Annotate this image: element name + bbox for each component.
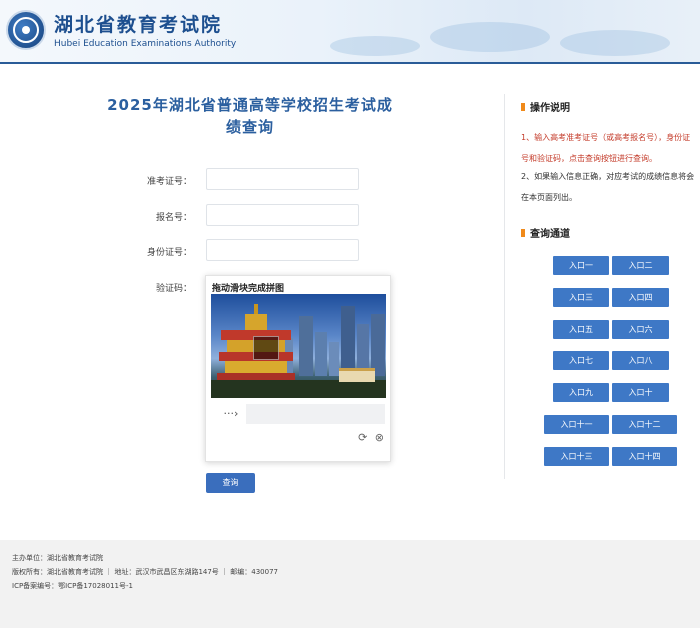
id-no-input[interactable] <box>206 239 359 261</box>
id-no-label: 身份证号： <box>146 248 192 258</box>
page-title-line1: 2025年湖北省普通高等学校招生考试成 <box>107 96 393 114</box>
header-cloud-decoration <box>330 36 420 56</box>
footer-host: 主办单位：湖北省教育考试院 <box>12 554 103 562</box>
entry-button-3[interactable]: 入口三 <box>553 288 609 307</box>
entry-button-7[interactable]: 入口七 <box>553 351 609 370</box>
captcha-actions: ⟳ ⊗ <box>354 431 384 444</box>
captcha-label: 验证码： <box>155 284 192 294</box>
entry-button-14[interactable]: 入口十四 <box>612 447 677 466</box>
footer-copyright: 版权所有：湖北省教育考试院 ｜ 地址：武汉市武昌区东湖路147号 ｜ 邮编：43… <box>12 568 278 576</box>
entry-button-1[interactable]: 入口一 <box>553 256 609 275</box>
entry-button-13[interactable]: 入口十三 <box>544 447 609 466</box>
footer-icp[interactable]: ICP备案编号：鄂ICP备17028011号-1 <box>12 581 133 591</box>
heading-marker-icon <box>521 103 525 111</box>
reg-no-input[interactable] <box>206 204 359 226</box>
channels-heading-text: 查询通道 <box>530 229 570 240</box>
query-button[interactable]: 查询 <box>206 473 255 493</box>
site-title[interactable]: 湖北省教育考试院 <box>54 10 222 37</box>
exam-no-label: 准考证号： <box>146 177 192 187</box>
page-title-line2: 绩查询 <box>225 118 274 136</box>
site-logo-icon[interactable] <box>6 10 46 50</box>
entry-button-9[interactable]: 入口九 <box>553 383 609 402</box>
entry-button-11[interactable]: 入口十一 <box>544 415 609 434</box>
captcha-panel: 拖动滑块完成拼图 ···› ⟳ ⊗ <box>205 275 391 462</box>
entry-button-5[interactable]: 入口五 <box>553 320 609 339</box>
close-icon[interactable]: ⊗ <box>375 431 384 444</box>
heading-marker-icon <box>521 229 525 237</box>
instruction-line-3: 2、如果输入信息正确，对应考试的成绩信息将会 <box>521 172 695 181</box>
instructions-heading-text: 操作说明 <box>530 103 570 114</box>
header-cloud-decoration <box>430 22 550 52</box>
slider-track[interactable] <box>246 404 385 424</box>
channels-heading: 查询通道 <box>521 225 570 240</box>
slider-handle[interactable]: ···› <box>218 404 244 424</box>
reg-no-label: 报名号： <box>155 213 192 223</box>
entry-button-8[interactable]: 入口八 <box>612 351 669 370</box>
header-cloud-decoration <box>560 30 670 56</box>
refresh-icon[interactable]: ⟳ <box>358 431 367 444</box>
entry-button-10[interactable]: 入口十 <box>612 383 669 402</box>
instructions-heading: 操作说明 <box>521 99 570 114</box>
site-subtitle: Hubei Education Examinations Authority <box>54 39 237 49</box>
entry-button-2[interactable]: 入口二 <box>612 256 669 275</box>
site-header: 湖北省教育考试院 Hubei Education Examinations Au… <box>0 0 700 64</box>
instruction-line-4: 在本页面列出。 <box>521 193 577 202</box>
captcha-title: 拖动滑块完成拼图 <box>212 284 285 294</box>
entry-button-6[interactable]: 入口六 <box>612 320 669 339</box>
entry-button-4[interactable]: 入口四 <box>612 288 669 307</box>
site-footer: 主办单位：湖北省教育考试院 版权所有：湖北省教育考试院 ｜ 地址：武汉市武昌区东… <box>0 540 700 628</box>
column-divider <box>504 94 505 479</box>
captcha-puzzle-image <box>211 294 386 398</box>
page-title: 2025年湖北省普通高等学校招生考试成 绩查询 <box>80 94 420 138</box>
instruction-line-1: 1、输入高考准考证号（或高考报名号），身份证 <box>521 133 691 142</box>
entry-button-12[interactable]: 入口十二 <box>612 415 677 434</box>
exam-no-input[interactable] <box>206 168 359 190</box>
